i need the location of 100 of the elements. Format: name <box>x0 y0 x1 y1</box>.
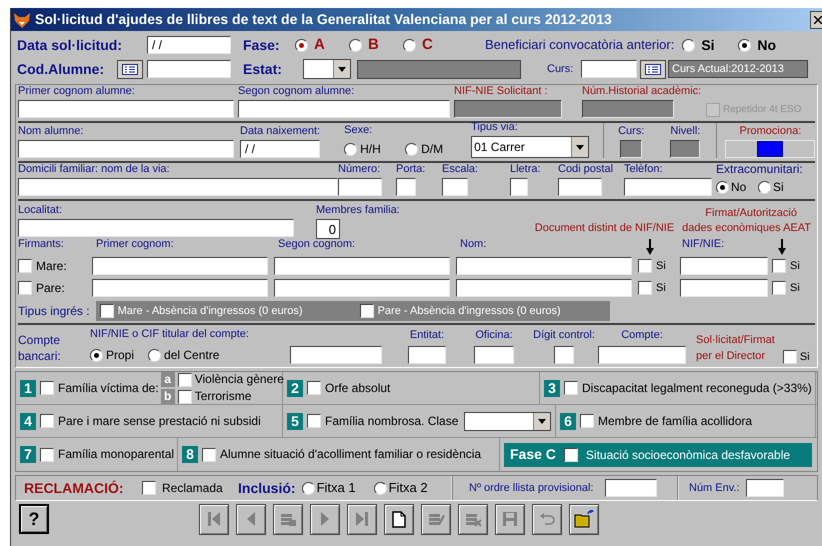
text-field[interactable] <box>18 178 338 196</box>
number-badge: 3 <box>544 380 560 396</box>
dropdown-button[interactable] <box>533 412 550 430</box>
text-field[interactable] <box>238 100 450 118</box>
text-field[interactable] <box>474 346 514 364</box>
text-field[interactable] <box>746 479 784 497</box>
course-field[interactable] <box>581 60 637 78</box>
radio-button[interactable] <box>405 142 418 156</box>
radio-button[interactable] <box>738 38 752 52</box>
checkbox[interactable] <box>782 350 797 364</box>
checkbox[interactable] <box>564 381 578 395</box>
text-field[interactable] <box>554 346 574 364</box>
field-label: Primer cognom: <box>96 238 174 250</box>
option-label: Reclamada <box>162 480 224 497</box>
members-field[interactable]: 0 <box>316 219 340 239</box>
checkbox[interactable] <box>178 390 192 404</box>
radio-button[interactable] <box>295 38 308 52</box>
text-field[interactable] <box>624 178 712 196</box>
caret-icon <box>576 144 584 150</box>
field-label: Sexe: <box>344 124 374 137</box>
open-button[interactable] <box>569 504 599 534</box>
checkbox[interactable] <box>638 281 652 295</box>
status-dropdown[interactable] <box>303 59 351 79</box>
text-field[interactable] <box>558 178 602 196</box>
number-badge: 1 <box>20 380 36 396</box>
field-label: Extracomunitari: <box>716 163 803 176</box>
field-label: Curs: <box>618 125 644 138</box>
radio-button[interactable] <box>148 348 162 362</box>
radio-button[interactable] <box>758 180 771 194</box>
checkbox[interactable] <box>40 381 54 395</box>
checkbox[interactable] <box>360 304 374 318</box>
checkbox[interactable] <box>100 304 114 318</box>
option-label: Situació socioeconòmica desfavorable <box>586 446 790 464</box>
help-button[interactable]: ? <box>19 504 49 534</box>
number-badge: 2 <box>287 380 303 396</box>
text-field[interactable] <box>18 219 294 237</box>
text-field[interactable] <box>680 279 768 297</box>
text-field[interactable] <box>274 279 450 297</box>
text-field[interactable] <box>442 178 468 196</box>
text-field[interactable] <box>510 178 528 196</box>
field-label: NIF-NIE Solicitant : <box>454 85 549 98</box>
field-label: Firmants: <box>18 238 64 250</box>
list-button[interactable] <box>640 60 666 78</box>
text-field[interactable] <box>396 178 416 196</box>
checkbox[interactable] <box>18 281 32 295</box>
option-label: Família nombrosa. Clase <box>325 414 458 428</box>
text-field[interactable] <box>18 100 234 118</box>
down-arrow-icon <box>778 239 786 255</box>
class-dropdown[interactable] <box>464 412 551 430</box>
option-label: Orfe absolut <box>325 382 390 394</box>
checkbox[interactable] <box>638 259 652 273</box>
field-label: Nom: <box>460 238 486 250</box>
checkbox[interactable] <box>202 448 216 462</box>
new-button[interactable] <box>384 504 414 534</box>
date-field[interactable]: / / <box>147 36 231 54</box>
option-label: D/M <box>421 141 444 158</box>
checkbox[interactable] <box>40 414 54 428</box>
option-label: No <box>757 36 776 54</box>
window-title: Sol·licitud d'ajudes de llibres de text de la Generalitat Valenciana per al curs 2012-2013 <box>35 10 613 29</box>
checkbox[interactable] <box>772 259 786 273</box>
radio-button[interactable] <box>349 38 362 52</box>
checkbox[interactable] <box>307 381 321 395</box>
text-field[interactable] <box>456 279 632 297</box>
radio-button[interactable] <box>403 38 416 52</box>
checkbox[interactable] <box>564 448 578 462</box>
text-field[interactable] <box>92 257 268 275</box>
close-button[interactable] <box>810 10 822 28</box>
field-label: Compte <box>18 332 62 348</box>
checkbox[interactable] <box>307 414 321 428</box>
text-field[interactable] <box>92 279 268 297</box>
checkbox[interactable] <box>142 481 156 495</box>
street-type-dropdown[interactable]: 01 Carrer <box>471 136 590 158</box>
text-field[interactable] <box>408 346 446 364</box>
list-button[interactable] <box>117 60 143 78</box>
down-arrow-icon <box>646 239 654 255</box>
checkbox[interactable] <box>40 448 54 462</box>
text-field[interactable] <box>680 257 768 275</box>
radio-button[interactable] <box>302 482 315 494</box>
checkbox[interactable] <box>18 259 32 273</box>
radio-button[interactable] <box>344 142 358 156</box>
checkbox[interactable] <box>580 414 594 428</box>
text-field[interactable] <box>605 479 658 497</box>
radio-button[interactable] <box>90 348 103 362</box>
dropdown-button[interactable] <box>333 60 350 78</box>
code-field[interactable] <box>147 60 231 78</box>
radio-button[interactable] <box>682 38 696 52</box>
dropdown-button[interactable] <box>571 137 588 157</box>
date-field[interactable]: / / <box>240 140 320 158</box>
text-field[interactable] <box>274 257 450 275</box>
checkbox[interactable] <box>178 372 192 386</box>
radio-button[interactable] <box>374 482 387 494</box>
checkbox[interactable] <box>772 281 786 295</box>
radio-button[interactable] <box>716 180 729 194</box>
text-field[interactable] <box>290 346 382 364</box>
text-field[interactable] <box>18 140 234 158</box>
text-field[interactable] <box>456 257 632 275</box>
text-field[interactable] <box>338 178 382 196</box>
text-field[interactable] <box>598 346 686 364</box>
option-label: H/H <box>360 141 381 158</box>
field-label: Nivell: <box>670 125 700 138</box>
